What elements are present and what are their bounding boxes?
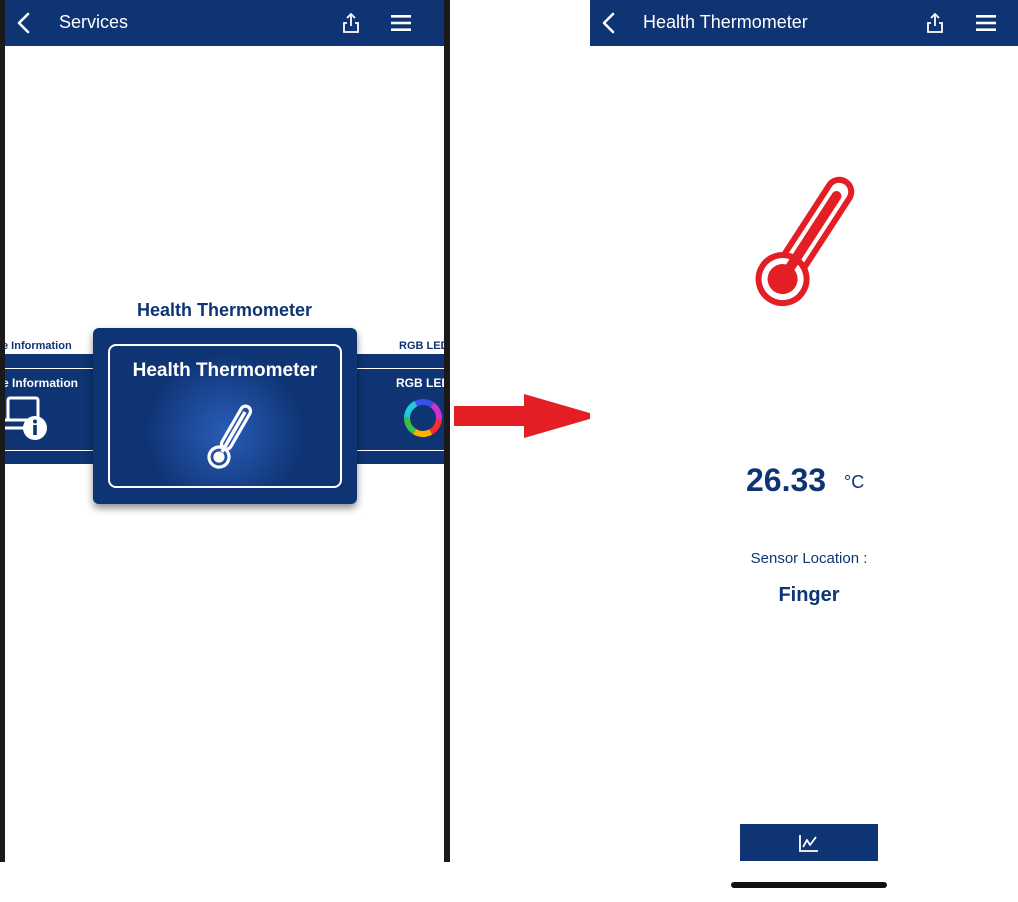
health-thermometer-screen: Health Thermometer 26.33 °C Sensor Locat… — [590, 0, 1018, 902]
menu-button[interactable] — [974, 12, 998, 34]
nav-title: Health Thermometer — [643, 12, 808, 32]
temperature-unit: °C — [844, 472, 865, 492]
services-nav-bar: Services — [5, 0, 444, 46]
sensor-location-value: Finger — [778, 584, 840, 606]
services-screen: Services Health Thermometer e Informatio… — [5, 0, 444, 862]
home-indicator[interactable] — [731, 882, 887, 888]
nav-title: Services — [59, 12, 129, 32]
share-button[interactable] — [924, 11, 946, 35]
sensor-location-label: Sensor Location : — [750, 550, 868, 567]
comparison-canvas: Services Health Thermometer e Informatio… — [0, 0, 1018, 902]
health-thermometer-card[interactable]: Health Thermometer — [93, 328, 357, 504]
menu-button[interactable] — [389, 12, 413, 34]
left-item-small-label: e Information — [5, 340, 72, 352]
temperature-value: 26.33 — [746, 462, 827, 498]
share-button[interactable] — [340, 11, 362, 35]
rgb-color-wheel-icon[interactable] — [399, 396, 444, 444]
line-chart-icon — [799, 834, 818, 852]
back-button[interactable] — [596, 10, 622, 36]
hamburger-menu-icon — [976, 15, 996, 31]
back-button[interactable] — [11, 10, 37, 36]
chevron-left-icon — [602, 12, 615, 34]
right-item-small-label: RGB LED — [399, 340, 444, 352]
hamburger-menu-icon — [391, 15, 411, 31]
services-phone-frame: Services Health Thermometer e Informatio… — [0, 0, 450, 862]
share-icon — [927, 12, 943, 33]
thermometer-icon — [207, 404, 253, 469]
thermometer-icon — [755, 176, 855, 307]
card-title: Health Thermometer — [132, 360, 318, 381]
share-icon — [343, 12, 359, 33]
chart-button[interactable] — [740, 824, 878, 861]
right-item-label[interactable]: RGB LED — [396, 376, 444, 390]
thermometer-nav-bar: Health Thermometer — [590, 0, 1018, 46]
left-item-label[interactable]: e Information — [5, 376, 78, 390]
chevron-left-icon — [17, 12, 30, 34]
transition-arrow — [454, 394, 600, 438]
card-inner-frame: Health Thermometer — [108, 344, 342, 488]
device-info-icon[interactable] — [5, 396, 51, 444]
carousel-heading: Health Thermometer — [136, 300, 313, 320]
temperature-readout: 26.33 °C — [590, 462, 1018, 506]
